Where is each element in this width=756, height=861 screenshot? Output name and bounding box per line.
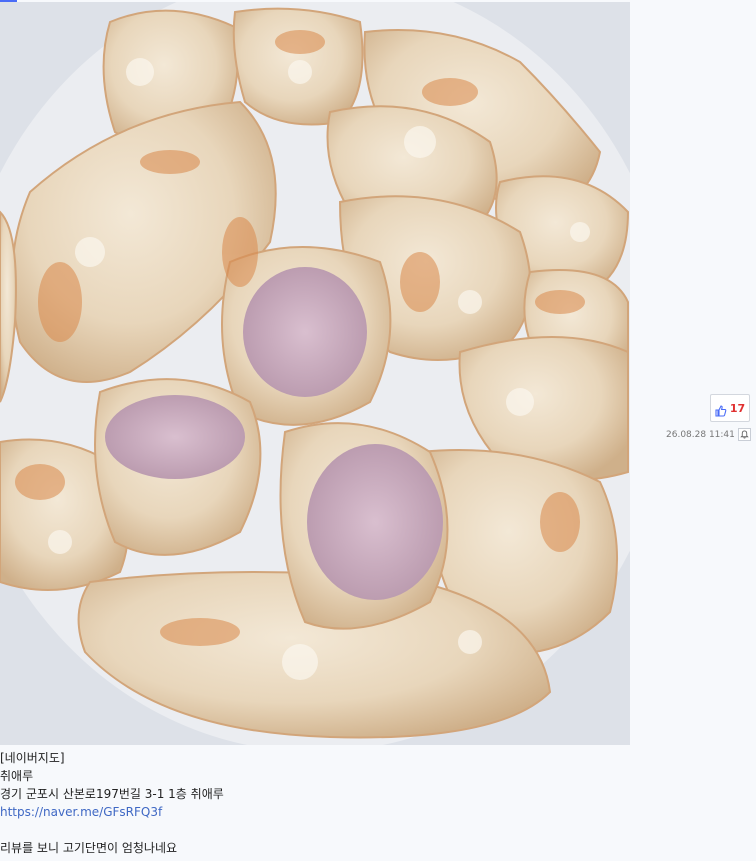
post-photo[interactable]: [0, 2, 630, 745]
content-line: 취애루: [0, 769, 34, 783]
recommend-button[interactable]: 17: [710, 394, 750, 422]
thumbs-up-icon: [715, 402, 727, 417]
content-line: [네이버지도]: [0, 751, 65, 765]
timestamp: 26.08.28 11:41: [666, 429, 735, 440]
post-content: [네이버지도] 취애루 경기 군포시 산본로197번길 3-1 1층 취애루 h…: [0, 749, 620, 857]
content-line: 경기 군포시 산본로197번길 3-1 1층 취애루: [0, 787, 224, 801]
bell-icon: [740, 430, 749, 439]
post-meta: 26.08.28 11:41: [666, 428, 751, 441]
map-link[interactable]: https://naver.me/GFsRFQ3f: [0, 805, 162, 819]
notify-button[interactable]: [737, 428, 751, 441]
content-line: 리뷰를 보니 고기단면이 엄청나네요: [0, 841, 178, 855]
vote-count: 17: [729, 401, 746, 415]
